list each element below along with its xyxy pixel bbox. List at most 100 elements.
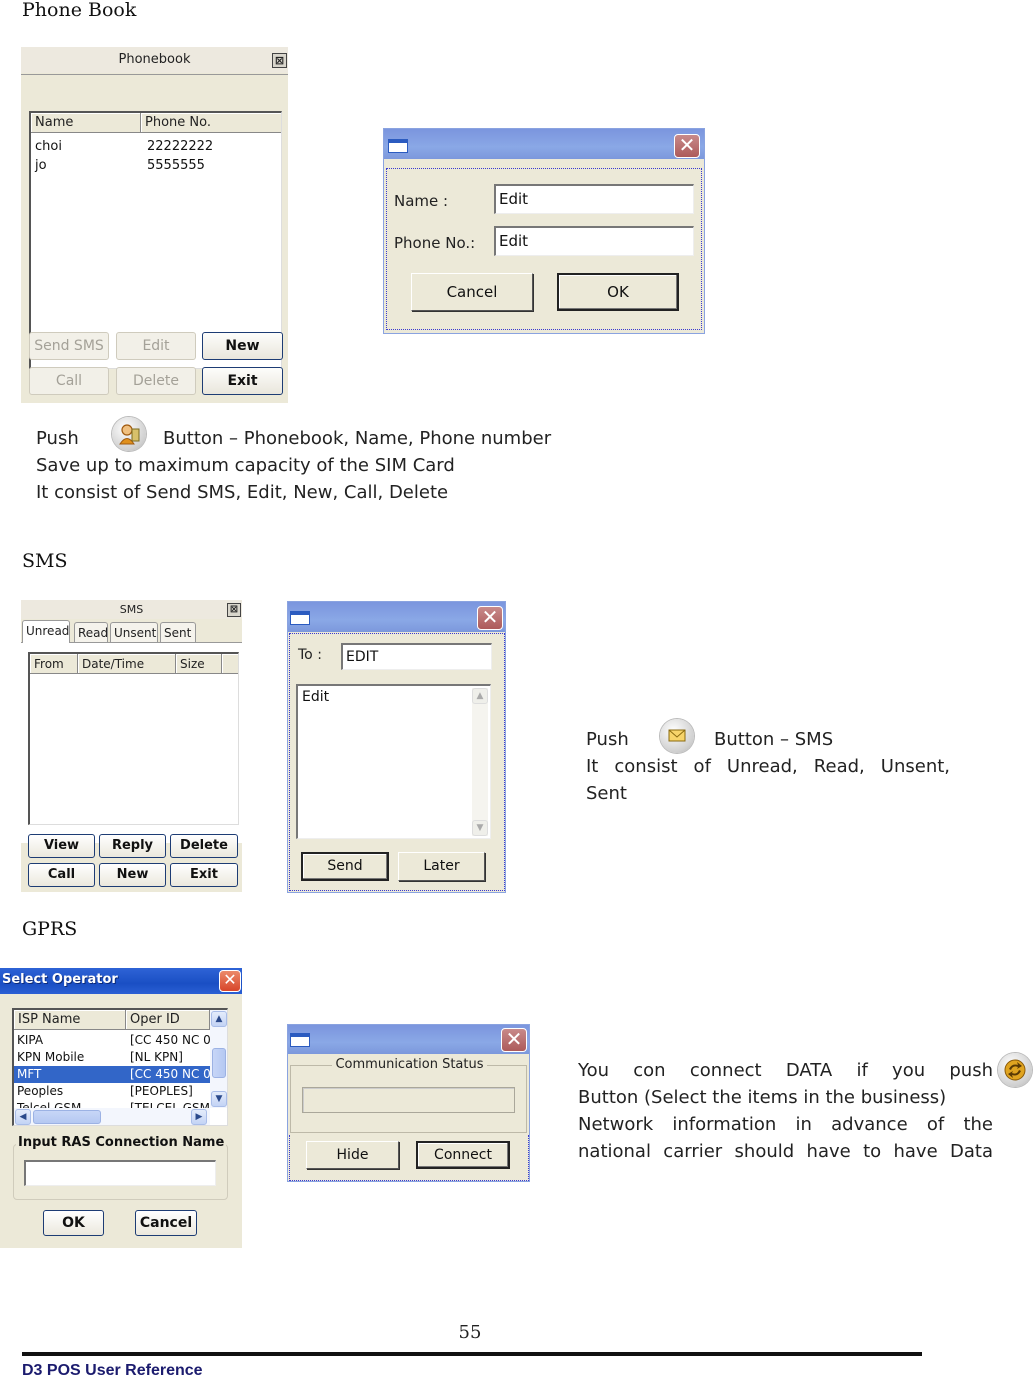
new-button[interactable]: New: [99, 863, 166, 887]
later-button[interactable]: Later: [398, 852, 485, 881]
description-line: You con connect DATA if you push: [578, 1060, 993, 1081]
name-input[interactable]: Edit: [494, 184, 694, 214]
scroll-up-icon[interactable]: ▲: [472, 688, 488, 704]
dialog-titlebar: [384, 129, 704, 159]
column-header-oper-id[interactable]: Oper ID: [126, 1010, 210, 1030]
close-icon[interactable]: ✕: [674, 134, 700, 158]
hide-button[interactable]: Hide: [306, 1141, 399, 1169]
column-header-phone[interactable]: Phone No.: [141, 113, 281, 133]
to-input[interactable]: EDIT: [341, 643, 492, 670]
to-label: To :: [298, 647, 322, 663]
send-sms-button[interactable]: Send SMS: [29, 332, 109, 360]
cancel-button[interactable]: Cancel: [411, 273, 533, 311]
dialog-titlebar: [288, 1025, 529, 1054]
column-header-size[interactable]: Size: [176, 654, 222, 674]
section-heading-phonebook: Phone Book: [22, 0, 137, 21]
sms-title: SMS: [21, 600, 242, 619]
connect-button[interactable]: Connect: [416, 1141, 510, 1169]
footer-divider: [22, 1352, 922, 1356]
ras-label: Input RAS Connection Name: [16, 1135, 227, 1150]
scroll-down-icon[interactable]: ▼: [211, 1091, 227, 1107]
push-label: Push: [586, 729, 629, 750]
message-body-input[interactable]: Edit ▲ ▼: [296, 684, 491, 839]
call-button[interactable]: Call: [29, 367, 109, 395]
gprs-description: You con connect DATA if you push Button …: [578, 1057, 993, 1165]
sms-window: SMS ⊠ Unread Read Unsent Sent From Date/…: [21, 600, 242, 892]
phonebook-list[interactable]: Name Phone No. choi 22222222 jo 5555555: [29, 111, 282, 369]
window-icon: [388, 139, 408, 153]
edit-contact-dialog: ✕ Name : Edit Phone No.: Edit Cancel OK: [383, 128, 705, 334]
phone-label: Phone No.:: [394, 234, 476, 252]
tab-unread[interactable]: Unread: [22, 620, 70, 643]
tab-sent[interactable]: Sent: [160, 622, 196, 642]
phone-input[interactable]: Edit: [494, 226, 694, 256]
description-line: Network information in advance of the: [578, 1114, 993, 1135]
scroll-left-icon[interactable]: ◀: [15, 1109, 31, 1125]
exit-button[interactable]: Exit: [202, 367, 283, 395]
close-icon[interactable]: ✕: [219, 970, 241, 992]
tab-read[interactable]: Read: [74, 622, 108, 642]
scroll-thumb[interactable]: [212, 1048, 226, 1078]
close-icon[interactable]: ⊠: [272, 53, 287, 68]
scroll-down-icon[interactable]: ▼: [472, 820, 488, 836]
description-line: Button (Select the items in the business…: [578, 1087, 947, 1108]
name-label: Name :: [394, 192, 449, 210]
description-line: Save up to maximum capacity of the SIM C…: [36, 455, 455, 476]
new-button[interactable]: New: [202, 332, 283, 360]
contact-phone: 22222222: [147, 139, 214, 154]
cancel-button[interactable]: Cancel: [135, 1210, 197, 1236]
close-icon[interactable]: ⊠: [227, 603, 241, 617]
list-item[interactable]: Peoples [PEOPLES]: [14, 1083, 210, 1100]
ras-connection-name-input[interactable]: [24, 1160, 216, 1186]
exit-button[interactable]: Exit: [170, 863, 238, 887]
window-icon: [290, 1033, 310, 1047]
description-line: Button – Phonebook, Name, Phone number: [163, 428, 552, 449]
ok-button[interactable]: OK: [557, 273, 679, 311]
contact-name: jo: [35, 158, 47, 173]
send-button[interactable]: Send: [301, 852, 389, 881]
column-header-datetime[interactable]: Date/Time: [78, 654, 176, 674]
close-icon[interactable]: ✕: [501, 1028, 527, 1052]
isp-name: KIPA: [17, 1033, 44, 1047]
edit-button[interactable]: Edit: [116, 332, 196, 360]
isp-name: MFT: [17, 1067, 42, 1081]
message-body-text: Edit: [302, 689, 330, 705]
description-line: It consist of Send SMS, Edit, New, Call,…: [36, 482, 449, 503]
operator-list[interactable]: ISP Name Oper ID KIPA [CC 450 NC 0 KPN M…: [12, 1008, 228, 1126]
tab-unsent[interactable]: Unsent: [110, 622, 158, 642]
oper-id: [NL KPN]: [130, 1050, 183, 1064]
select-operator-title: Select Operator: [2, 972, 118, 987]
scroll-right-icon[interactable]: ▶: [191, 1109, 207, 1125]
list-item[interactable]: KPN Mobile [NL KPN]: [14, 1049, 210, 1066]
phonebook-icon: [112, 417, 146, 451]
column-header-name[interactable]: Name: [31, 113, 141, 133]
list-item[interactable]: KIPA [CC 450 NC 0: [14, 1032, 210, 1049]
delete-button[interactable]: Delete: [116, 367, 196, 395]
phonebook-title: Phonebook: [21, 47, 288, 73]
column-header-from[interactable]: From: [30, 654, 78, 674]
sms-list[interactable]: From Date/Time Size: [28, 652, 239, 825]
oper-id: [CC 450 NC 0: [130, 1067, 210, 1081]
close-icon[interactable]: ✕: [477, 606, 503, 630]
page-number: 55: [458, 1322, 482, 1343]
isp-name: KPN Mobile: [17, 1050, 85, 1064]
vertical-scrollbar[interactable]: ▲ ▼: [210, 1010, 227, 1108]
list-item-selected[interactable]: MFT [CC 450 NC 0: [14, 1066, 210, 1083]
call-button[interactable]: Call: [28, 863, 95, 887]
scroll-thumb[interactable]: [33, 1110, 101, 1124]
compose-sms-dialog: ✕ To : EDIT Edit ▲ ▼ Send Later: [287, 601, 506, 893]
description-line: It consist of Unread, Read, Unsent,: [586, 756, 950, 777]
push-label: Push: [36, 428, 79, 449]
delete-button[interactable]: Delete: [170, 834, 238, 858]
ok-button[interactable]: OK: [43, 1210, 104, 1236]
reply-button[interactable]: Reply: [99, 834, 166, 858]
oper-id: [CC 450 NC 0: [130, 1033, 210, 1047]
horizontal-scrollbar[interactable]: ◀ ▶: [14, 1108, 210, 1125]
column-header-isp-name[interactable]: ISP Name: [14, 1010, 126, 1030]
description-line: Button – SMS: [714, 729, 834, 750]
scroll-up-icon[interactable]: ▲: [211, 1011, 227, 1027]
scrollbar[interactable]: ▲ ▼: [472, 688, 488, 836]
connect-icon: [998, 1053, 1032, 1087]
view-button[interactable]: View: [28, 834, 95, 858]
document-title: D3 POS User Reference: [22, 1362, 203, 1379]
